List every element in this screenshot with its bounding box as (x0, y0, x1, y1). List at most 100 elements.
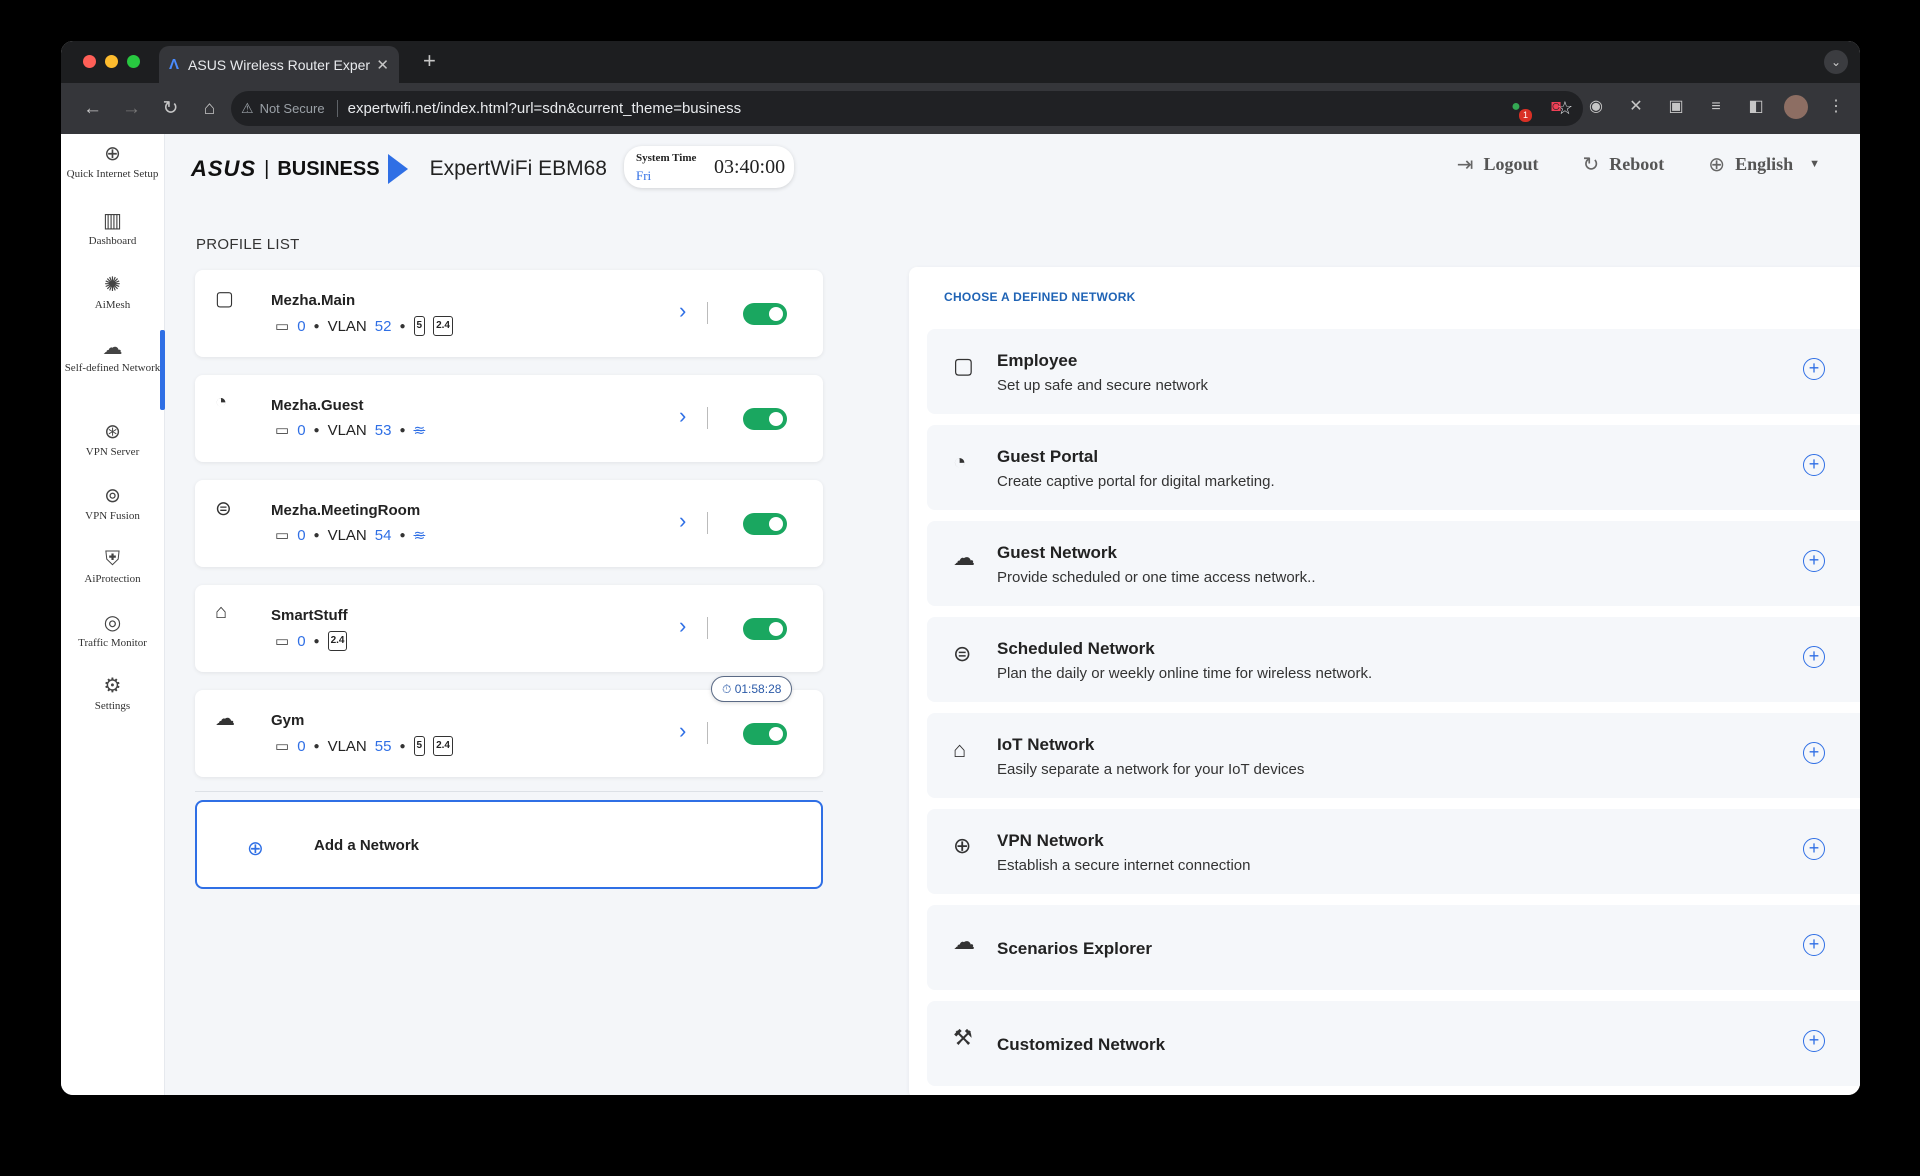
network-option-title: Scheduled Network (997, 639, 1155, 658)
profile-card[interactable]: ⏱ 01:58:28 ☁ Gym ▭ 0 ● VLAN 55 ● 5 2.4 › (195, 676, 823, 777)
sidebar-item-aiprotection[interactable]: ⛨ AiProtection (61, 539, 164, 603)
main-content: ASUS | BUSINESS ExpertWiFi EBM68 System … (165, 134, 1860, 1095)
vlan-label: VLAN (327, 737, 367, 755)
traffic-icon: ◎ (103, 609, 122, 634)
profile-card[interactable]: ◔ Mezha.Guest ▭ 0 ● VLAN 53 ● ≋ › (195, 375, 823, 462)
add-circle-icon[interactable]: + (1803, 934, 1825, 956)
side-panel-icon[interactable]: ◧ (1744, 95, 1768, 119)
address-bar[interactable]: ⚠ Not Secure expertwifi.net/index.html?u… (231, 91, 1583, 126)
pocket-icon[interactable]: ◙ (1544, 95, 1568, 119)
network-option-vpn-network[interactable]: ⊕ VPN Network Establish a secure interne… (927, 809, 1860, 894)
network-option-guest-network[interactable]: ☁ Guest Network Provide scheduled or one… (927, 521, 1860, 606)
minimize-window-button[interactable] (105, 55, 118, 68)
tab-close-icon[interactable]: ✕ (376, 56, 389, 74)
band-2-4ghz-icon: 2.4 (433, 316, 453, 336)
chevron-right-icon[interactable]: › (679, 403, 686, 429)
back-icon[interactable]: ← (73, 98, 112, 120)
puzzle-extensions-icon[interactable]: ▣ (1664, 95, 1688, 119)
logout-button[interactable]: ⇥ Logout (1457, 152, 1539, 176)
wifi-off-icon: ≋ (413, 421, 426, 438)
add-circle-icon[interactable]: + (1803, 838, 1825, 860)
employee-icon: ▢ (215, 288, 234, 310)
chevron-right-icon[interactable]: › (679, 298, 686, 324)
network-option-scheduled-network[interactable]: ⊜ Scheduled Network Plan the daily or we… (927, 617, 1860, 702)
media-icon[interactable]: ≡ (1704, 95, 1728, 119)
network-option-employee[interactable]: ▢ Employee Set up safe and secure networ… (927, 329, 1860, 414)
guest-portal-icon: ◔ (953, 449, 967, 474)
devices-icon: ▭ (275, 318, 290, 335)
band-2-4ghz-icon: 2.4 (327, 631, 348, 651)
forward-icon[interactable]: → (112, 98, 151, 120)
home-icon[interactable]: ⌂ (190, 98, 229, 120)
tab-search-icon[interactable]: ⌄ (1824, 50, 1848, 74)
asus-tab-icon: Λ (169, 56, 180, 73)
header-actions: ⇥ Logout ↻ Reboot ⊕ English ▼ (1457, 152, 1820, 176)
asus-logo: ASUS (191, 156, 257, 181)
browser-tab[interactable]: Λ ASUS Wireless Router Exper ✕ (159, 46, 399, 83)
profile-card[interactable]: ⊜ Mezha.MeetingRoom ▭ 0 ● VLAN 54 ● ≋ › (195, 480, 823, 567)
browser-menu-icon[interactable]: ⋮ (1824, 95, 1848, 119)
chevron-right-icon[interactable]: › (679, 508, 686, 534)
sidebar-item-quick-internet-setup[interactable]: ⊕ Quick Internet Setup (61, 134, 164, 201)
sidebar-item-vpn-server[interactable]: ⊛ VPN Server (61, 412, 164, 476)
sidebar-item-aimesh[interactable]: ✺ AiMesh (61, 265, 164, 329)
reboot-button[interactable]: ↻ Reboot (1583, 152, 1665, 176)
business-label: BUSINESS (277, 157, 380, 180)
security-chip[interactable]: ⚠ Not Secure (241, 100, 338, 117)
network-option-guest-portal[interactable]: ◔ Guest Portal Create captive portal for… (927, 425, 1860, 510)
add-circle-icon[interactable]: + (1803, 454, 1825, 476)
network-option-customized-network[interactable]: ⚒ Customized Network + (927, 1001, 1860, 1086)
app-sidebar: ⊕ Quick Internet Setup ▥ Dashboard ✺ AiM… (61, 134, 165, 1095)
profile-toggle[interactable] (743, 408, 787, 430)
device-count: 0 (297, 421, 306, 439)
browser-window: Λ ASUS Wireless Router Exper ✕ + ⌄ ← → ↻… (61, 41, 1860, 1095)
sidebar-item-self-defined-network[interactable]: ☁ Self-defined Network (61, 328, 165, 412)
chevron-right-icon[interactable]: › (679, 718, 686, 744)
vpn-network-icon: ⊕ (953, 833, 972, 858)
maximize-window-button[interactable] (127, 55, 140, 68)
brand-chevron-icon (387, 154, 408, 184)
profile-toggle[interactable] (743, 723, 787, 745)
profile-avatar[interactable] (1784, 95, 1808, 119)
profile-toggle[interactable] (743, 513, 787, 535)
vlan-id: 55 (374, 737, 392, 755)
extension-icon[interactable]: ● 1 (1504, 95, 1532, 122)
timer-badge: ⏱ 01:58:28 (711, 676, 793, 702)
profile-card[interactable]: ⌂ SmartStuff ▭ 0 ● 2.4 › (195, 585, 823, 672)
separator-dot: ● (399, 529, 406, 541)
sidebar-item-dashboard[interactable]: ▥ Dashboard (61, 201, 164, 265)
add-network-button[interactable]: ⊕ Add a Network (195, 800, 823, 889)
sidebar-item-label: Dashboard (88, 235, 137, 247)
timer-value: 01:58:28 (734, 682, 782, 696)
globe-setup-icon: ⊕ (104, 141, 121, 165)
add-circle-icon[interactable]: + (1803, 358, 1825, 380)
add-circle-icon[interactable]: + (1803, 550, 1825, 572)
language-select[interactable]: ⊕ English ▼ (1708, 152, 1820, 176)
profile-name: Mezha.Guest (271, 397, 364, 414)
add-circle-icon[interactable]: + (1803, 1030, 1825, 1052)
scheduled-network-icon: ⊜ (215, 498, 232, 520)
translate-extension-icon[interactable]: ✕ (1624, 95, 1648, 119)
new-tab-icon[interactable]: + (423, 48, 436, 74)
profile-toggle[interactable] (743, 303, 787, 325)
sidebar-item-vpn-fusion[interactable]: ⊚ VPN Fusion (61, 476, 164, 540)
iot-icon: ⌂ (953, 737, 967, 762)
url-text[interactable]: expertwifi.net/index.html?url=sdn&curren… (348, 100, 1557, 117)
shield-icon: ⛨ (105, 546, 120, 570)
add-circle-icon[interactable]: + (1803, 646, 1825, 668)
password-extension-icon[interactable]: ◉ (1584, 95, 1608, 119)
chevron-right-icon[interactable]: › (679, 613, 686, 639)
caret-down-icon: ▼ (1809, 158, 1820, 170)
sidebar-item-traffic-monitor[interactable]: ◎ Traffic Monitor (61, 603, 164, 667)
sidebar-item-settings[interactable]: ⚙ Settings (61, 666, 164, 730)
close-window-button[interactable] (83, 55, 96, 68)
network-option-iot-network[interactable]: ⌂ IoT Network Easily separate a network … (927, 713, 1860, 798)
network-option-title: Scenarios Explorer (997, 939, 1152, 958)
network-option-scenarios-explorer[interactable]: ☁ Scenarios Explorer + (927, 905, 1860, 990)
brand-separator: | (264, 157, 270, 180)
separator-dot: ● (313, 635, 320, 647)
reload-icon[interactable]: ↻ (151, 97, 190, 120)
add-circle-icon[interactable]: + (1803, 742, 1825, 764)
profile-toggle[interactable] (743, 618, 787, 640)
profile-card[interactable]: ▢ Mezha.Main ▭ 0 ● VLAN 52 ● 5 2.4 › (195, 270, 823, 357)
